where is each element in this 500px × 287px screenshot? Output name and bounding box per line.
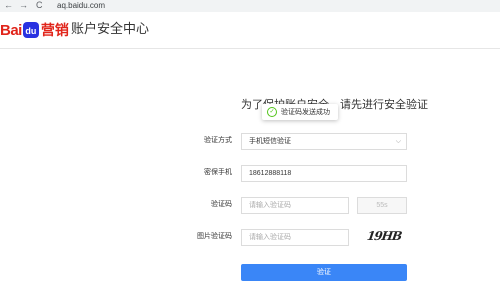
address-bar[interactable]: aq.baidu.com [57,0,105,11]
baidu-paw-icon: du [22,22,39,38]
back-icon[interactable]: ← [4,0,13,11]
baidu-logo[interactable]: Bai du 营销 [0,20,69,40]
check-circle-icon: ✓ [267,107,277,117]
method-value: 手机短信验证 [249,138,291,145]
img-code-label: 图片验证码 [197,233,232,240]
logo-text-yingxiao: 营销 [40,22,69,38]
success-toast: ✓ 验证码发送成功 [262,104,338,120]
toast-message: 验证码发送成功 [281,109,330,116]
logo-text-bai: Bai [0,21,22,39]
verify-button[interactable]: 验证 [241,264,407,281]
reload-icon[interactable]: C [36,0,43,11]
captcha-image[interactable]: 19HB [366,227,403,245]
resend-sms-button[interactable]: 55s [357,197,407,214]
phone-label: 密保手机 [204,169,232,176]
header-title: 账户安全中心 [71,21,150,36]
method-label: 验证方式 [204,137,232,144]
site-header: Bai du 营销 账户安全中心 [0,12,500,49]
code-label: 验证码 [211,201,232,208]
phone-field: 18612888118 [241,165,407,182]
image-code-input[interactable]: 请输入验证码 [241,229,349,246]
sms-code-input[interactable]: 请输入验证码 [241,197,349,214]
verify-method-select[interactable]: 手机短信验证 ⌵ [241,133,407,150]
forward-icon[interactable]: → [19,0,28,11]
chevron-down-icon: ⌵ [395,138,401,145]
